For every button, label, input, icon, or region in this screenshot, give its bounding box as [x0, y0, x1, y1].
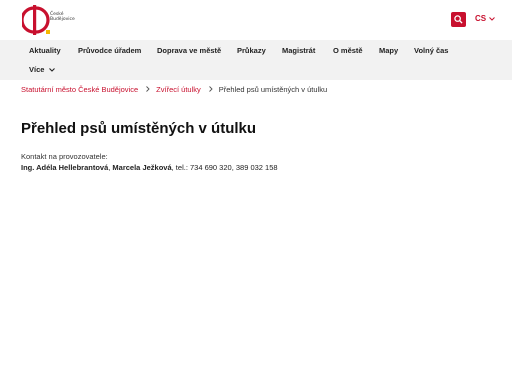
- nav-item-o-meste[interactable]: O městě: [333, 46, 363, 56]
- nav-more-button[interactable]: Více: [29, 65, 56, 75]
- chevron-down-icon: [489, 16, 495, 21]
- breadcrumb-home[interactable]: Statutární město České Budějovice: [21, 85, 138, 95]
- nav-item-doprava[interactable]: Doprava ve městě: [157, 46, 221, 56]
- language-switch[interactable]: CS: [475, 14, 495, 23]
- main-navigation: Aktuality Průvodce úřadem Doprava ve měs…: [0, 40, 512, 80]
- chevron-right-icon: [208, 85, 213, 95]
- contact-label: Kontakt na provozovatele:: [21, 152, 108, 161]
- search-button[interactable]: [451, 12, 466, 27]
- logo-line-2: Budějovice: [50, 17, 75, 22]
- chevron-right-icon: [146, 85, 150, 95]
- contact-name-2: Marcela Ježková: [112, 163, 172, 172]
- breadcrumb-current: Přehled psů umístěných v útulku: [218, 85, 328, 94]
- nav-item-prukazy[interactable]: Průkazy: [237, 46, 266, 56]
- chevron-down-icon: [49, 68, 56, 72]
- logo-text: České Budějovice: [50, 12, 75, 22]
- breadcrumb: Statutární město České Budějovice Zvířec…: [21, 85, 327, 95]
- page-title: Přehled psů umístěných v útulku: [21, 120, 257, 137]
- contact-name-1: Ing. Adéla Hellebrantová: [21, 163, 109, 172]
- breadcrumb-zvireci-utulky[interactable]: Zvířecí útulky: [156, 85, 201, 95]
- search-icon: [454, 15, 463, 24]
- nav-item-mapy[interactable]: Mapy: [379, 46, 398, 56]
- nav-item-pruvodce-uradem[interactable]: Průvodce úřadem: [78, 46, 141, 56]
- language-label: CS: [475, 14, 487, 23]
- contact-info: Ing. Adéla Hellebrantová, Marcela Ježkov…: [21, 163, 278, 173]
- site-header: České Budějovice CS: [0, 0, 512, 40]
- nav-more-label: Více: [29, 65, 45, 74]
- nav-item-magistrat[interactable]: Magistrát: [282, 46, 315, 56]
- nav-item-aktuality[interactable]: Aktuality: [29, 46, 61, 56]
- city-logo[interactable]: České Budějovice: [22, 5, 75, 35]
- contact-phone: , tel.: 734 690 320, 389 032 158: [171, 163, 278, 172]
- nav-item-volny-cas[interactable]: Volný čas: [414, 46, 448, 56]
